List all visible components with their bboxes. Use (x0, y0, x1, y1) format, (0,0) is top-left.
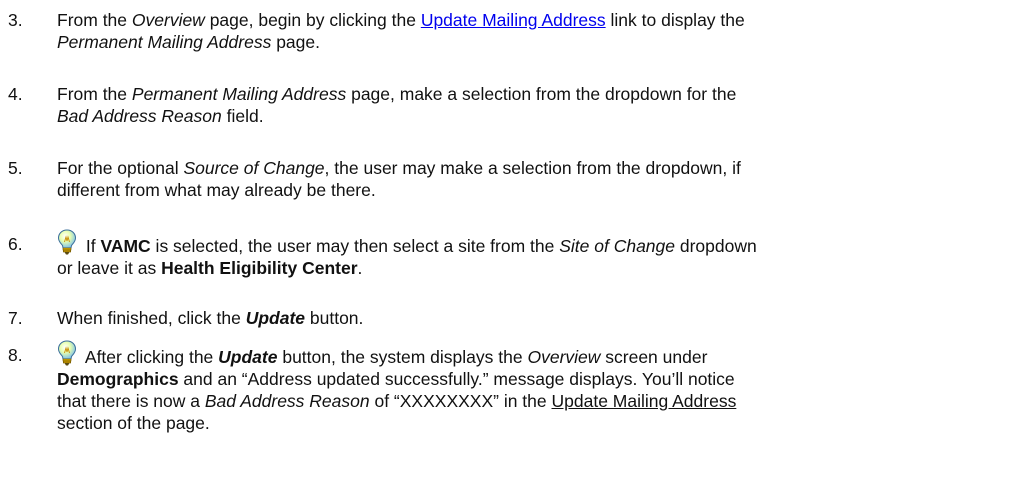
step-text: If VAMC is selected, the user may then s… (57, 229, 1007, 279)
document-page: 3. From the Overview page, begin by clic… (0, 0, 1021, 480)
update-mailing-address-link[interactable]: Update Mailing Address (421, 10, 606, 30)
step-number: 5. (8, 158, 23, 178)
lightbulb-tip-icon (57, 229, 77, 255)
step-text: From the Permanent Mailing Address page,… (57, 84, 737, 126)
step-number: 7. (8, 308, 23, 328)
step-number: 3. (8, 10, 23, 30)
step-number: 6. (8, 234, 23, 254)
step-text: For the optional Source of Change, the u… (57, 158, 741, 200)
step-text: After clicking the Update button, the sy… (57, 340, 1007, 434)
update-mailing-address-text: Update Mailing Address (551, 391, 737, 411)
step-number: 4. (8, 84, 23, 104)
step-text: When finished, click the Update button. (57, 308, 364, 328)
step-text: From the Overview page, begin by clickin… (57, 10, 745, 52)
lightbulb-tip-icon (57, 340, 77, 366)
step-number: 8. (8, 345, 23, 365)
